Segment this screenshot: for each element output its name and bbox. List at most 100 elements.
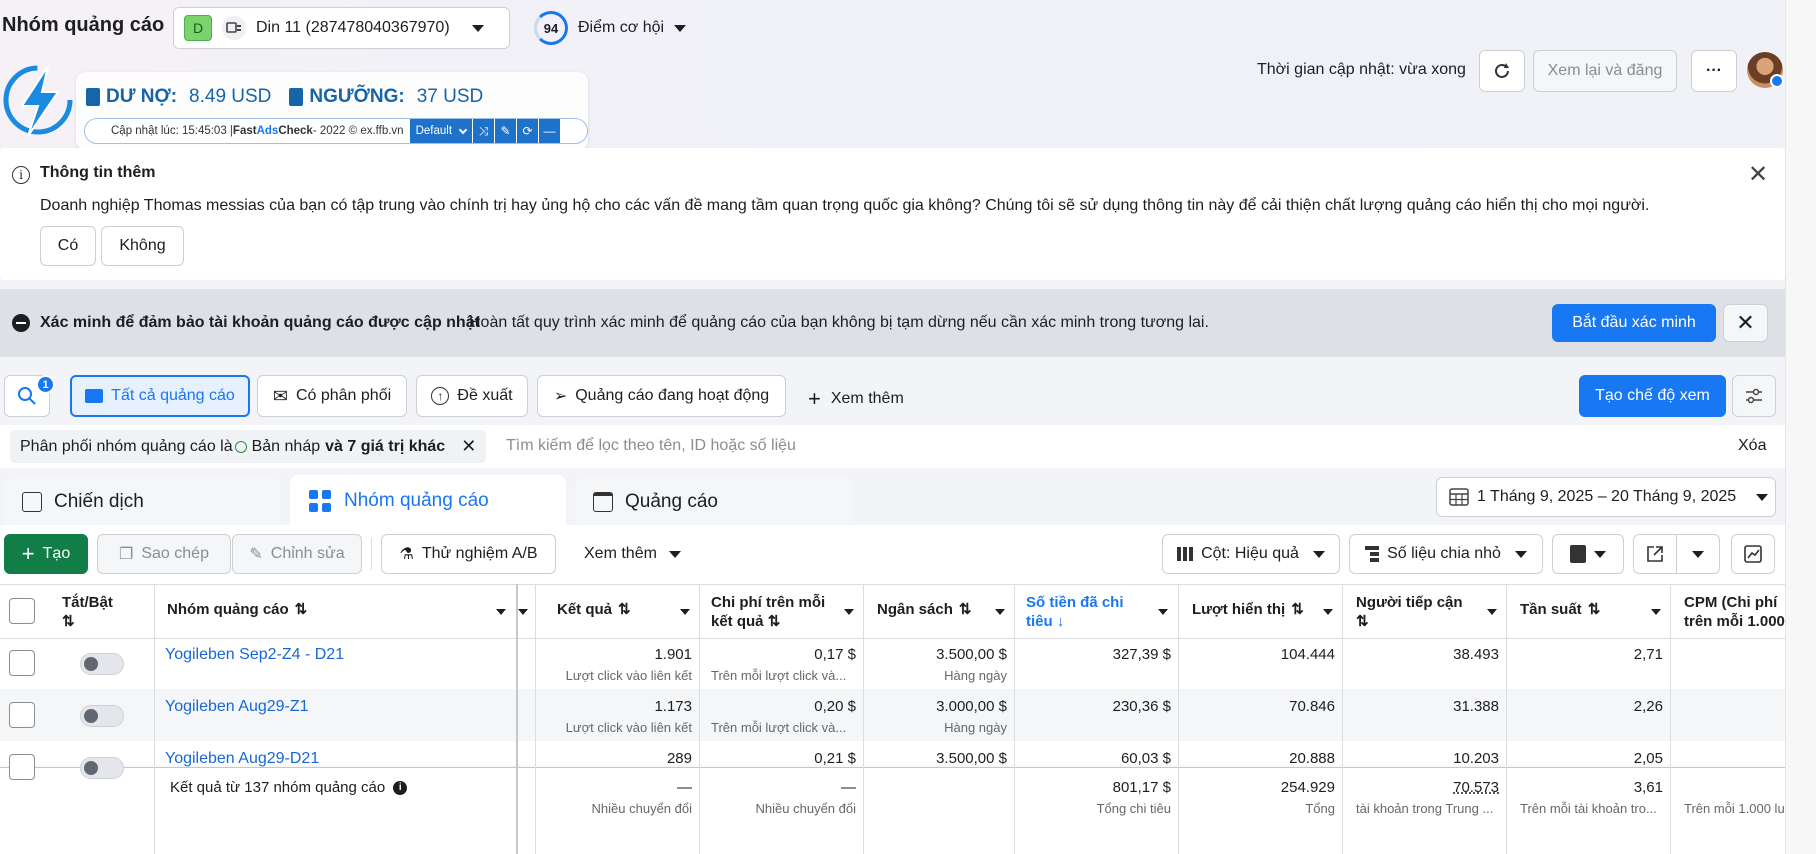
adset-name-link[interactable]: Yogileben Sep2-Z4 - D21 [165, 646, 505, 664]
ad-account-icon [222, 16, 246, 40]
row-checkbox[interactable] [9, 754, 35, 780]
row-toggle[interactable] [80, 705, 124, 727]
account-selector[interactable]: D Din 11 (287478040367970) [173, 7, 510, 49]
chevron-down-icon[interactable] [680, 609, 690, 615]
ab-test-button[interactable]: ⚗ Thử nghiệm A/B [381, 534, 556, 574]
adset-name-link[interactable]: Yogileben Aug29-D21 [165, 750, 505, 768]
search-input[interactable]: Tìm kiếm để lọc theo tên, ID hoặc số liệ… [506, 437, 796, 455]
review-publish-button[interactable]: Xem lại và đăng [1533, 50, 1677, 92]
row-checkbox[interactable] [9, 650, 35, 676]
chevron-down-icon[interactable] [1487, 609, 1497, 615]
plus-icon: + [21, 541, 35, 566]
edit-button[interactable]: ✎ Chỉnh sửa [232, 534, 362, 574]
reports-button[interactable] [1552, 534, 1624, 574]
charts-button[interactable] [1731, 534, 1775, 574]
no-button[interactable]: Không [101, 226, 184, 266]
totals-frequency-sub: Trên mỗi tài khoản tro... [1520, 801, 1657, 816]
sort-icon: ⇅ [62, 613, 75, 630]
more-options-button[interactable]: ··· [1691, 50, 1737, 92]
see-more-filters-button[interactable]: + Xem thêm [808, 386, 904, 412]
document-icon [86, 88, 100, 106]
row-cost-per-result: 0,21 $ [814, 750, 856, 767]
col-budget-header[interactable]: Ngân sách ⇅ [877, 600, 971, 619]
chevron-down-icon[interactable] [496, 609, 506, 615]
create-button[interactable]: + Tạo [4, 534, 88, 574]
sort-icon: ⇅ [1356, 613, 1369, 630]
arrow-up-icon: ↑ [431, 387, 450, 405]
col-impressions-header[interactable]: Lượt hiển thị ⇅ [1192, 600, 1304, 619]
col-amount-spent-header[interactable]: Số tiền đã chi tiêu ↓ [1026, 593, 1146, 631]
refresh-button[interactable] [1479, 50, 1525, 92]
toolbar-more-label: Xem thêm [584, 545, 657, 562]
totals-reach[interactable]: 70.573 [1344, 779, 1499, 796]
see-more-label: Xem thêm [830, 390, 904, 407]
adset-name-link[interactable]: Yogileben Aug29-Z1 [165, 698, 505, 716]
row-amount-spent: 327,39 $ [1112, 646, 1171, 663]
duplicate-button[interactable]: ❐ Sao chép [97, 534, 231, 574]
chip-value: Bản nháp [251, 437, 321, 455]
clear-filters-button[interactable]: Xóa [1738, 437, 1766, 455]
col-impressions-label: Lượt hiển thị [1192, 600, 1286, 618]
chevron-down-icon[interactable] [1323, 609, 1333, 615]
refresh-icon[interactable]: ⟳ [516, 119, 539, 143]
row-budget[interactable]: 3.500,00 $ [865, 750, 1007, 767]
export-button[interactable] [1633, 534, 1677, 574]
row-toggle[interactable] [80, 757, 124, 779]
has-delivery-button[interactable]: ✉ Có phân phối [257, 375, 407, 417]
active-ads-button[interactable]: ➢ Quảng cáo đang hoạt động [537, 375, 786, 417]
export-menu-button[interactable] [1676, 534, 1720, 574]
verify-message: Hoàn tất quy trình xác minh để quảng cáo… [469, 314, 1209, 331]
start-verification-button[interactable]: Bắt đầu xác minh [1552, 304, 1716, 342]
shuffle-icon[interactable]: ⤨ [472, 119, 495, 143]
close-icon[interactable]: ✕ [1723, 304, 1768, 342]
row-budget[interactable]: 3.500,00 $ [865, 646, 1007, 663]
minimize-icon[interactable]: — [538, 119, 561, 143]
view-settings-button[interactable] [1732, 375, 1776, 417]
row-checkbox[interactable] [9, 702, 35, 728]
col-name-header[interactable]: Nhóm quảng cáo ⇅ [167, 600, 307, 619]
chevron-down-icon[interactable] [844, 609, 854, 615]
all-ads-button[interactable]: Tất cả quảng cáo [70, 375, 250, 417]
divider [863, 584, 864, 854]
chevron-down-icon[interactable] [995, 609, 1005, 615]
info-icon[interactable]: i [393, 780, 408, 795]
col-results-label: Kết quả [557, 600, 613, 618]
chevron-down-icon[interactable] [518, 609, 528, 615]
chevron-down-icon[interactable] [1158, 609, 1168, 615]
create-view-button[interactable]: Tạo chế độ xem [1579, 375, 1726, 417]
threshold-label: NGƯỠNG: [309, 86, 405, 107]
columns-button[interactable]: Cột: Hiệu quả [1162, 534, 1340, 574]
suggested-button[interactable]: ↑ Đề xuất [416, 375, 528, 417]
tab-campaigns[interactable]: Chiến dịch [4, 478, 280, 526]
totals-spent: 801,17 $ [1112, 779, 1171, 796]
row-reach: 31.388 [1453, 698, 1499, 715]
opportunity-score[interactable]: 94 Điểm cơ hội [534, 10, 687, 46]
update-status-bar: Cập nhật lúc: 15:45:03 | Fast Ads Check … [84, 118, 588, 144]
row-toggle[interactable] [80, 653, 124, 675]
chart-icon [1744, 545, 1762, 563]
tab-ads-label: Quảng cáo [625, 491, 718, 512]
toolbar-more-button[interactable]: Xem thêm [584, 545, 681, 563]
chevron-down-icon [674, 24, 687, 32]
draft-status-icon [234, 440, 247, 453]
close-icon[interactable]: ✕ [461, 436, 476, 457]
tab-ads[interactable]: Quảng cáo [575, 478, 853, 526]
row-budget[interactable]: 3.000,00 $ [865, 698, 1007, 715]
preset-select[interactable]: Default [409, 119, 473, 143]
yes-button[interactable]: Có [40, 226, 96, 266]
col-cost-per-result-header[interactable]: Chi phí trên mỗi kết quả ⇅ [711, 593, 841, 631]
edit-icon[interactable]: ✎ [494, 119, 517, 143]
filter-chip[interactable]: Phân phối nhóm quảng cáo là Bản nháp và … [10, 430, 486, 463]
date-range-picker[interactable]: 1 Tháng 9, 2025 – 20 Tháng 9, 2025 [1436, 477, 1776, 517]
col-cpm-header[interactable]: CPM (Chi phí trên mỗi 1.000 [1684, 593, 1785, 631]
col-toggle-header[interactable]: Tắt/Bật ⇅ [62, 593, 142, 631]
select-all-checkbox[interactable] [9, 598, 35, 624]
row-budget-sub: Hàng ngày [944, 720, 1007, 735]
close-icon[interactable]: ✕ [1748, 160, 1768, 189]
col-results-header[interactable]: Kết quả ⇅ [557, 600, 631, 619]
breakdown-button[interactable]: Số liệu chia nhỏ [1349, 534, 1543, 574]
col-frequency-header[interactable]: Tần suất ⇅ [1520, 600, 1600, 619]
tab-adsets[interactable]: Nhóm quảng cáo [290, 475, 566, 526]
chevron-down-icon[interactable] [1651, 609, 1661, 615]
col-reach-header[interactable]: Người tiếp cận ⇅ [1356, 593, 1486, 631]
